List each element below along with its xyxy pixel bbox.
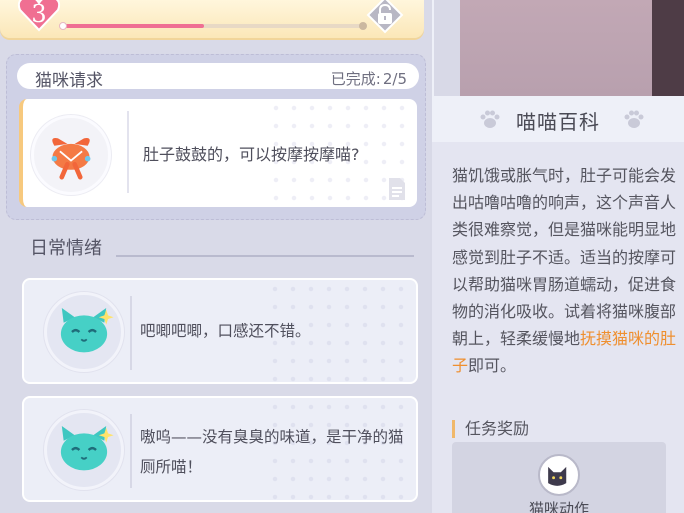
orange-bow-cat-icon (51, 138, 91, 180)
request-progress-label: 已完成: (330, 70, 381, 88)
mood-avatar (44, 410, 124, 490)
encyclopedia-body: 猫饥饿或胀气时，肚子可能会发出咕噜咕噜的响声，这个声音人类很难察觉，但是猫咪能明… (432, 142, 684, 513)
background-scene-shadow (652, 0, 684, 96)
teal-cat-face-icon (60, 307, 114, 353)
card-divider (127, 111, 129, 193)
encyclopedia-title: 喵喵百科 (516, 110, 600, 134)
mood-text: 嗷呜——没有臭臭的味道，是干净的猫厕所喵！ (140, 428, 404, 476)
level-strip: 3 (0, 0, 424, 38)
mood-avatar (44, 292, 124, 372)
level-number: 3 (31, 0, 47, 28)
progress-start-dot (59, 22, 67, 30)
daily-title-underline (116, 255, 414, 257)
reward-item[interactable]: 猫咪动作 (452, 442, 666, 513)
document-icon[interactable] (387, 177, 407, 201)
cat-silhouette-icon (548, 466, 567, 486)
lock-icon[interactable] (366, 0, 404, 34)
request-text: 肚子鼓鼓的，可以按摩按摩喵? (143, 145, 360, 164)
mood-card: 嗷呜——没有臭臭的味道，是干净的猫厕所喵！ (22, 396, 418, 502)
mood-card: 吧唧吧唧，口感还不错。 (22, 278, 418, 384)
request-header: 猫咪请求 已完成: 2/5 (17, 63, 419, 91)
request-progress: 已完成: 2/5 (329, 68, 407, 89)
background-scene (460, 0, 684, 96)
reward-title: 任务奖励 (452, 420, 529, 438)
encyclopedia-text: 猫饥饿或胀气时，肚子可能会发出咕噜咕噜的响声，这个声音人类很难察觉，但是猫咪能明… (452, 162, 678, 380)
card-divider (130, 296, 132, 370)
encyclopedia-text-end: 即可。 (468, 356, 517, 376)
teal-cat-face-icon (60, 425, 114, 471)
request-card[interactable]: 肚子鼓鼓的，可以按摩按摩喵? (19, 99, 417, 207)
level-progress-bar (59, 22, 367, 30)
request-title: 猫咪请求 (35, 71, 103, 91)
reward-icon-frame (538, 454, 580, 496)
paw-icon (624, 110, 644, 128)
request-avatar (31, 115, 111, 195)
daily-mood-title: 日常情绪 (30, 238, 102, 259)
cat-request-panel: 猫咪请求 已完成: 2/5 肚子鼓鼓的，可以按摩按摩喵? (6, 54, 426, 220)
reward-label: 猫咪动作 (528, 500, 589, 513)
encyclopedia-header: 喵喵百科 (432, 96, 684, 142)
request-progress-value: 2/5 (382, 70, 407, 88)
card-divider (130, 414, 132, 488)
mood-text: 吧唧吧唧，口感还不错。 (140, 322, 311, 340)
encyclopedia-text-main: 猫饥饿或胀气时，肚子可能会发出咕噜咕噜的响声，这个声音人类很难察觉，但是猫咪能明… (452, 166, 677, 349)
level-progress-fill (62, 24, 204, 28)
